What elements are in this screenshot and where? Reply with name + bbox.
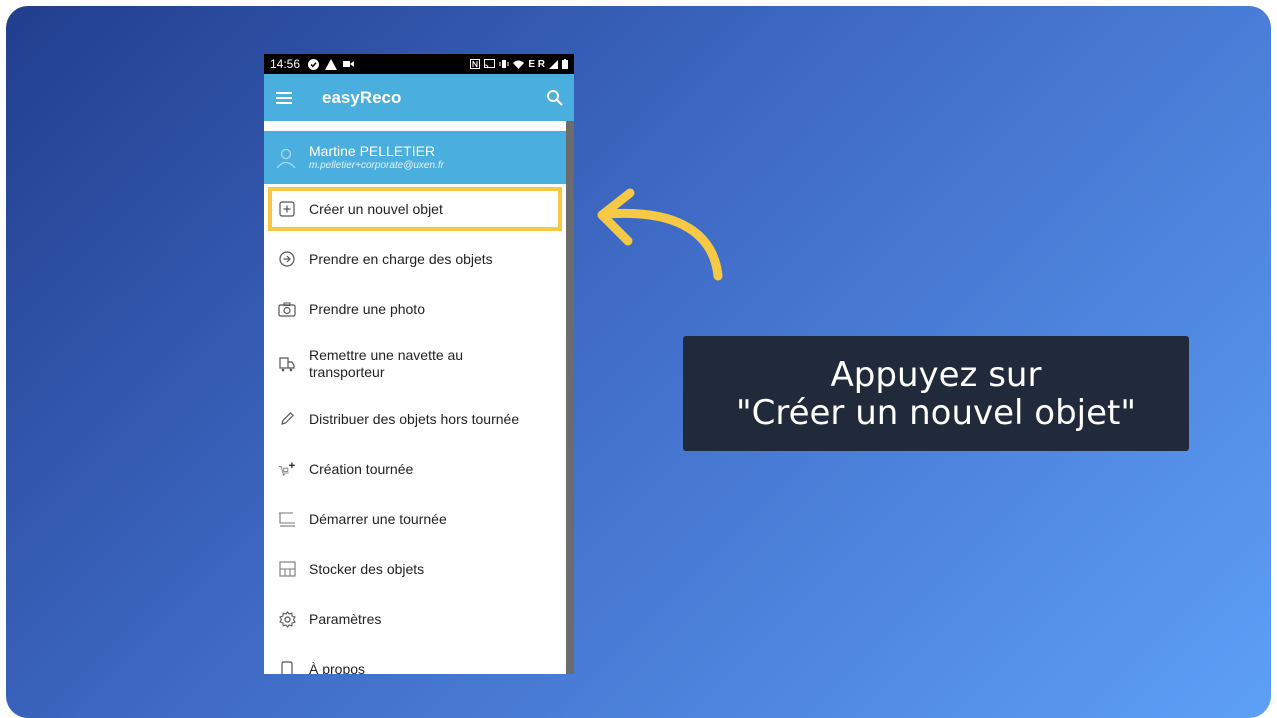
check-circle-icon bbox=[308, 58, 320, 70]
menu-item-label: Remettre une navette au transporteur bbox=[309, 347, 464, 380]
battery-icon bbox=[562, 59, 568, 69]
status-time: 14:56 bbox=[270, 57, 301, 71]
menu-item-distribute-off-route[interactable]: Distribuer des objets hors tournée bbox=[264, 394, 566, 444]
menu-item-store-objects[interactable]: Stocker des objets bbox=[264, 544, 566, 594]
callout-line-2: "Créer un nouvel objet" bbox=[735, 392, 1137, 433]
drawer-area: Martine PELLETIER m.pelletier+corporate@… bbox=[264, 121, 574, 674]
background-frame: 14:56 E R easyReco Martine PELLETIER m.p… bbox=[6, 6, 1271, 718]
menu-item-label: Distribuer des objets hors tournée bbox=[309, 410, 520, 427]
phone-screen: 14:56 E R easyReco Martine PELLETIER m.p… bbox=[264, 54, 574, 674]
wifi-icon bbox=[513, 60, 525, 69]
menu-item-hand-over-shuttle[interactable]: Remettre une navette au transporteur bbox=[264, 334, 566, 394]
menu-item-label: Prendre en charge des objets bbox=[309, 250, 493, 267]
signal-icon bbox=[549, 59, 558, 69]
warning-icon bbox=[325, 58, 338, 70]
menu-item-about[interactable]: À propos bbox=[264, 644, 566, 674]
cart-plus-icon bbox=[278, 460, 296, 478]
hamburger-icon[interactable] bbox=[276, 91, 292, 104]
menu-item-label: Démarrer une tournée bbox=[309, 510, 447, 527]
curved-arrow-icon bbox=[597, 188, 723, 281]
callout-line-1: Appuyez sur bbox=[830, 354, 1042, 395]
search-icon[interactable] bbox=[546, 89, 564, 107]
user-name: Martine PELLETIER bbox=[309, 143, 436, 159]
add-document-icon bbox=[278, 200, 296, 218]
video-icon bbox=[343, 61, 355, 67]
menu-item-start-route[interactable]: Démarrer une tournée bbox=[264, 494, 566, 544]
user-email: m.pelletier+corporate@uxen.fr bbox=[309, 160, 444, 171]
pen-icon bbox=[278, 410, 296, 428]
menu-item-settings[interactable]: Paramètres bbox=[264, 594, 566, 644]
storage-icon bbox=[278, 560, 296, 578]
status-bar: 14:56 E R bbox=[264, 54, 574, 74]
menu-item-label: À propos bbox=[309, 660, 366, 675]
trolley-icon bbox=[278, 510, 296, 528]
vibrate-icon bbox=[499, 60, 509, 68]
menu-item-create-object[interactable]: Créer un nouvel objet bbox=[264, 184, 566, 234]
menu-item-label: Stocker des objets bbox=[309, 560, 425, 577]
camera-icon bbox=[278, 300, 296, 318]
menu-item-label: Paramètres bbox=[309, 610, 382, 627]
user-header: Martine PELLETIER m.pelletier+corporate@… bbox=[264, 131, 566, 184]
network-indicators: E R bbox=[528, 58, 545, 70]
navigation-drawer: Martine PELLETIER m.pelletier+corporate@… bbox=[264, 121, 566, 674]
menu-item-label: Création tournée bbox=[309, 460, 414, 477]
app-title: easyReco bbox=[322, 87, 402, 107]
app-bar: easyReco bbox=[264, 74, 574, 121]
phone-icon bbox=[278, 660, 296, 674]
menu-item-take-charge[interactable]: Prendre en charge des objets bbox=[264, 234, 566, 284]
cast-icon bbox=[484, 59, 496, 69]
menu-item-label: Créer un nouvel objet bbox=[309, 200, 443, 217]
drawer-scrim bbox=[566, 121, 574, 674]
menu-item-take-photo[interactable]: Prendre une photo bbox=[264, 284, 566, 334]
instruction-callout: Appuyez sur "Créer un nouvel objet" bbox=[683, 336, 1189, 451]
menu-item-label: Prendre une photo bbox=[309, 300, 425, 317]
arrow-circle-icon bbox=[278, 250, 296, 268]
gear-icon bbox=[278, 610, 296, 628]
nfc-icon bbox=[470, 59, 481, 69]
truck-icon bbox=[278, 355, 296, 373]
menu-item-create-route[interactable]: Création tournée bbox=[264, 444, 566, 494]
user-avatar-icon bbox=[276, 148, 296, 168]
